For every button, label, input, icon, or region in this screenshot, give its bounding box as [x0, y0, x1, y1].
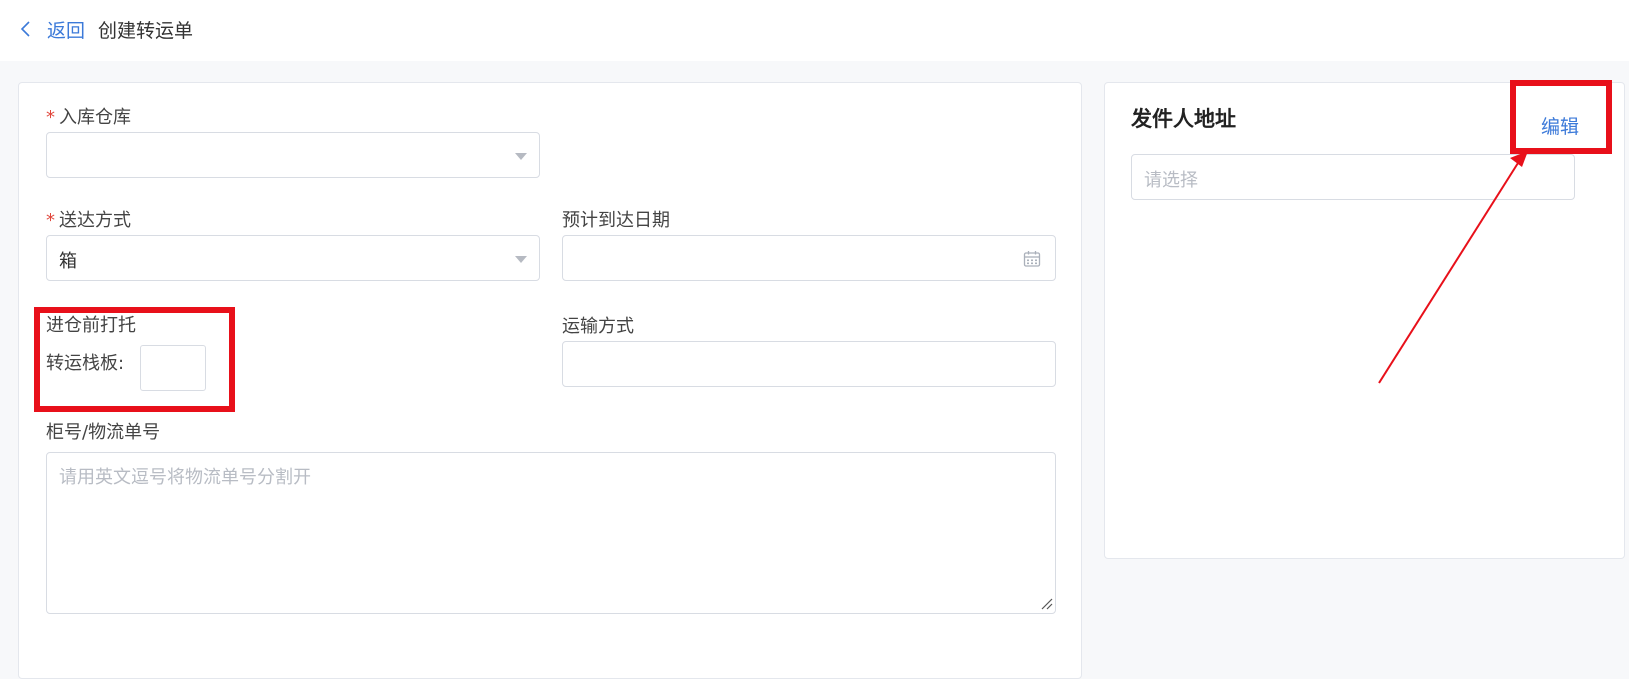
transport-method-label: 运输方式: [562, 316, 634, 337]
tracking-number-textarea[interactable]: [46, 452, 1056, 614]
tracking-number-label: 柜号/物流单号: [46, 422, 161, 443]
edit-sender-button[interactable]: 编辑: [1541, 112, 1579, 139]
required-mark: *: [46, 210, 55, 231]
pallet-count-label: 转运栈板:: [46, 353, 125, 374]
sender-address-select[interactable]: 请选择: [1131, 154, 1575, 200]
page-title: 创建转运单: [98, 20, 194, 42]
back-link[interactable]: 返回: [47, 16, 85, 43]
top-bar: 返回 创建转运单: [0, 0, 1629, 61]
transfer-form-card: *入库仓库 *送达方式 箱 预计到达日期 进仓前打托 转运栈板: 运输方式: [18, 82, 1082, 679]
sender-address-title: 发件人地址: [1131, 107, 1236, 131]
warehouse-select[interactable]: [46, 132, 540, 178]
dropdown-caret-icon: [515, 256, 527, 263]
transport-method-input[interactable]: [562, 341, 1056, 387]
arrival-date-picker[interactable]: [562, 235, 1056, 281]
delivery-method-select[interactable]: 箱: [46, 235, 540, 281]
pallet-label: 进仓前打托: [46, 315, 136, 336]
pallet-count-input[interactable]: [140, 345, 206, 391]
delivery-method-value: 箱: [59, 251, 77, 272]
arrival-date-label: 预计到达日期: [562, 210, 670, 231]
resize-grip-icon[interactable]: [1041, 598, 1053, 610]
calendar-icon: [1023, 251, 1041, 267]
required-mark: *: [46, 107, 55, 128]
warehouse-label: * 入库仓库: [46, 107, 131, 128]
chevron-left-icon[interactable]: [19, 19, 33, 39]
sender-address-placeholder: 请选择: [1144, 170, 1198, 191]
sender-address-card: 发件人地址 编辑 请选择: [1104, 80, 1625, 559]
delivery-method-label: * 送达方式: [46, 210, 131, 231]
dropdown-caret-icon: [515, 153, 527, 160]
